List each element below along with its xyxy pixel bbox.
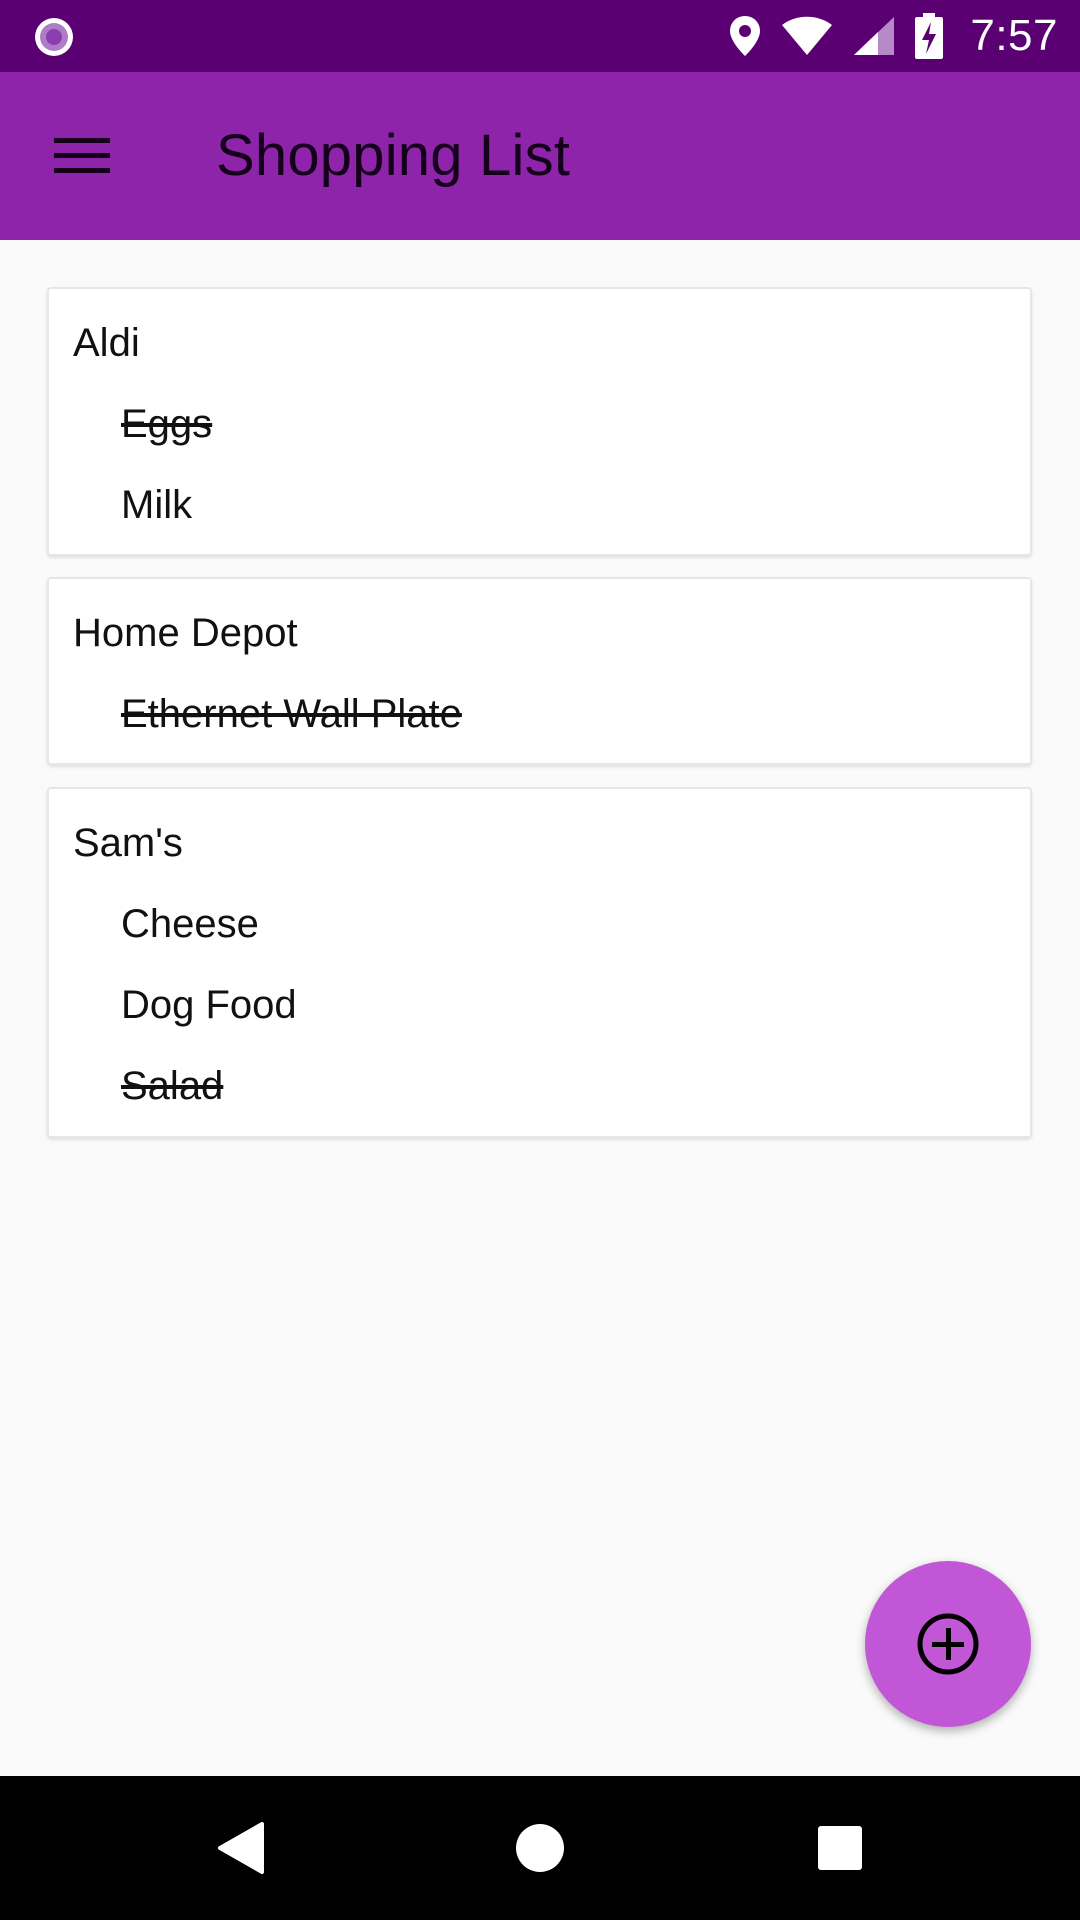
list-item-salad[interactable]: Salad <box>121 1066 223 1106</box>
menu-button[interactable] <box>40 114 124 198</box>
location-icon <box>730 16 761 56</box>
recents-icon <box>818 1826 862 1870</box>
back-button[interactable] <box>196 1804 284 1892</box>
store-name[interactable]: Sam's <box>73 823 183 863</box>
store-list: Aldi Eggs Milk Home Depot Ethernet Wall … <box>0 240 1080 1776</box>
list-item-ethernet-wall-plate[interactable]: Ethernet Wall Plate <box>121 694 462 734</box>
hamburger-menu-icon <box>54 138 110 173</box>
store-card-sams: Sam's Cheese Dog Food Salad <box>47 787 1032 1138</box>
status-bar: 7:57 <box>0 0 1080 72</box>
add-circle-icon <box>917 1613 979 1675</box>
page-title: Shopping List <box>216 123 571 188</box>
status-icons: 7:57 <box>728 0 1058 72</box>
store-card-aldi: Aldi Eggs Milk <box>47 287 1032 556</box>
list-item-dog-food[interactable]: Dog Food <box>121 985 297 1025</box>
status-time: 7:57 <box>970 11 1058 60</box>
store-name[interactable]: Aldi <box>73 323 140 363</box>
store-card-home-depot: Home Depot Ethernet Wall Plate <box>47 577 1032 765</box>
home-icon <box>516 1824 564 1872</box>
list-item-eggs[interactable]: Eggs <box>121 404 212 444</box>
app-bar: Shopping List <box>0 72 1080 240</box>
store-name[interactable]: Home Depot <box>73 613 298 653</box>
recents-button[interactable] <box>796 1804 884 1892</box>
list-item-cheese[interactable]: Cheese <box>121 904 259 944</box>
notification-dot-icon <box>35 18 73 56</box>
list-item-milk[interactable]: Milk <box>121 485 192 525</box>
wifi-icon <box>782 16 833 55</box>
back-icon <box>218 1822 264 1874</box>
add-button[interactable] <box>865 1561 1031 1727</box>
home-button[interactable] <box>496 1804 584 1892</box>
signal-icon <box>854 17 895 55</box>
navigation-bar <box>0 1776 1080 1920</box>
battery-charging-icon <box>915 13 944 59</box>
